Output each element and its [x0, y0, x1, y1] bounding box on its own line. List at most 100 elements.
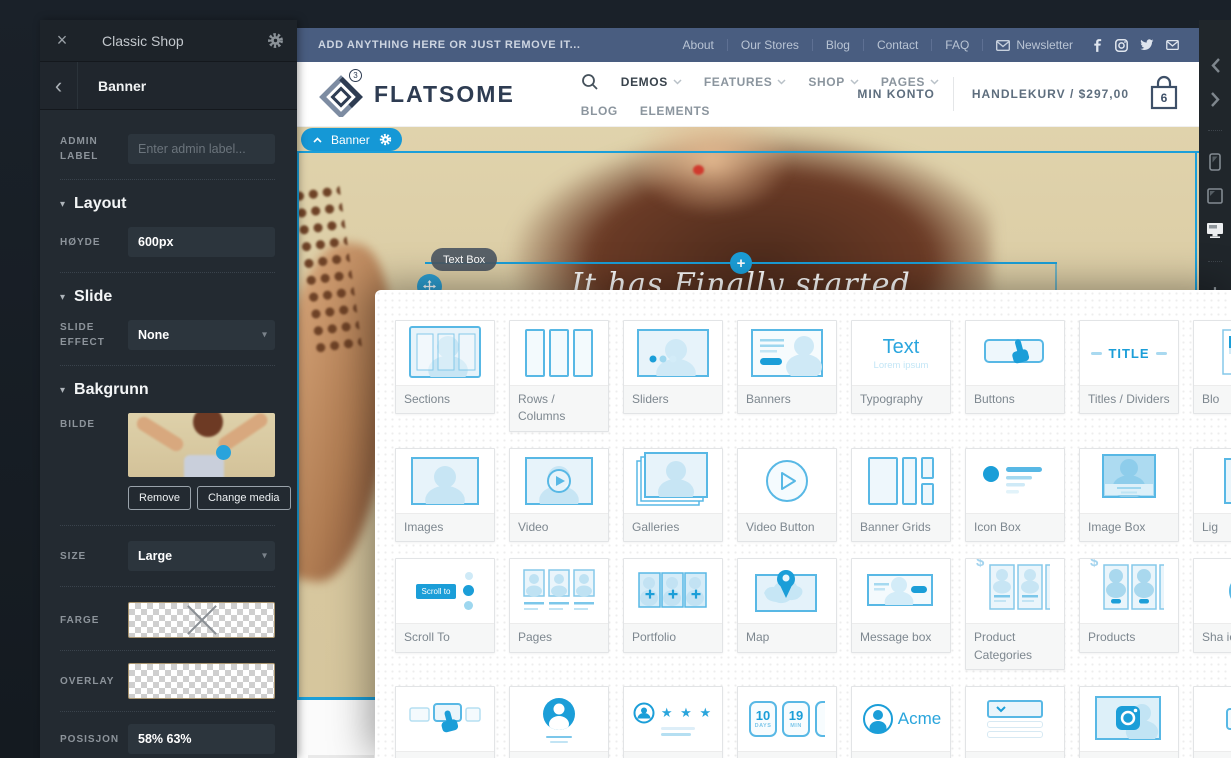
cart-bag-icon[interactable]: 6	[1147, 75, 1181, 113]
twitter-icon[interactable]	[1140, 39, 1154, 51]
imagebox-icon	[1080, 449, 1178, 513]
search-icon[interactable]	[581, 73, 599, 91]
topbar-link[interactable]: Our Stores	[741, 38, 799, 52]
element-tile[interactable]: Sha ico	[1193, 558, 1231, 652]
overlay-swatch[interactable]	[128, 663, 275, 699]
element-tile[interactable]: Portfolio	[623, 558, 723, 652]
instagram-icon[interactable]	[1115, 39, 1128, 52]
element-tile[interactable]: Icon Box	[965, 448, 1065, 542]
element-tile[interactable]: Images	[395, 448, 495, 542]
account-link[interactable]: MIN KONTO	[857, 87, 934, 101]
element-tile[interactable]: Pages	[509, 558, 609, 652]
tabs-icon	[396, 687, 494, 751]
slide-section-header[interactable]: ▾ Slide	[60, 288, 275, 306]
element-tile[interactable]: Blo	[1193, 320, 1231, 414]
cart-link[interactable]: HANDLEKURV / $297,00	[972, 87, 1129, 101]
tile-label: Buttons	[966, 385, 1064, 413]
element-tile[interactable]: Sea	[1193, 686, 1231, 758]
nav-item-features[interactable]: FEATURES	[704, 75, 787, 89]
element-tile[interactable]: AcmeLogo	[851, 686, 951, 758]
element-tile[interactable]: Sections	[395, 320, 495, 414]
element-tile[interactable]: Galleries	[623, 448, 723, 542]
nav-item-blog[interactable]: BLOG	[581, 104, 618, 118]
element-tile[interactable]: $Product Categories	[965, 558, 1065, 670]
divider	[60, 586, 275, 587]
image-icon	[396, 449, 494, 513]
brand-logo-link[interactable]: 3 FLATSOME	[297, 71, 515, 117]
change-media-button[interactable]: Change media	[197, 486, 291, 510]
element-tile[interactable]: Map	[737, 558, 837, 652]
element-tile[interactable]: Scroll toScroll To	[395, 558, 495, 652]
add-element-button[interactable]: +	[730, 252, 752, 274]
tile-label: Tabs	[396, 751, 494, 758]
image-label: BILDE	[60, 413, 128, 432]
nav-item-shop[interactable]: SHOP	[808, 75, 858, 89]
nav-item-demos[interactable]: DEMOS	[621, 75, 682, 89]
element-tile[interactable]: Rows / Columns	[509, 320, 609, 432]
slide-effect-select[interactable]	[128, 320, 275, 350]
phone-icon[interactable]	[1199, 145, 1231, 179]
topbar-link[interactable]: Blog	[826, 38, 850, 52]
element-tile[interactable]: Message box	[851, 558, 951, 652]
nav-item-elements[interactable]: ELEMENTS	[640, 104, 710, 118]
background-image-thumbnail[interactable]	[128, 413, 275, 477]
tile-label: Testimonials	[624, 751, 722, 758]
color-swatch[interactable]	[128, 602, 275, 638]
team-icon	[510, 687, 608, 751]
element-tile[interactable]: Accordion	[965, 686, 1065, 758]
element-tile[interactable]: Tabs	[395, 686, 495, 758]
element-tile[interactable]: Instagram feed	[1079, 686, 1179, 758]
facebook-icon[interactable]	[1092, 39, 1103, 52]
divider	[60, 179, 275, 180]
topbar-link[interactable]: FAQ	[945, 38, 969, 52]
topbar-link[interactable]: Contact	[877, 38, 918, 52]
size-select[interactable]	[128, 541, 275, 571]
newsletter-link[interactable]: Newsletter	[996, 38, 1073, 52]
element-tile[interactable]: TextLorem ipsumTypography	[851, 320, 951, 414]
products-icon: $	[1080, 559, 1178, 623]
divider	[60, 650, 275, 651]
background-section-header[interactable]: ▾ Bakgrunn	[60, 381, 275, 399]
element-tile[interactable]: TITLETitles / Dividers	[1079, 320, 1179, 414]
element-tile[interactable]: Team Member	[509, 686, 609, 758]
topbar-separator	[931, 39, 932, 51]
element-tile[interactable]: Buttons	[965, 320, 1065, 414]
focal-point-dot[interactable]	[216, 445, 231, 460]
rows-icon	[510, 321, 608, 385]
gear-icon[interactable]	[253, 32, 297, 49]
site-topbar: ADD ANYTHING HERE OR JUST REMOVE IT... A…	[297, 28, 1199, 62]
layout-section-header[interactable]: ▾ Layout	[60, 195, 275, 213]
cart-count-badge: 6	[1147, 87, 1181, 108]
desktop-icon[interactable]	[1199, 213, 1231, 247]
divider	[60, 365, 275, 366]
tablet-icon[interactable]	[1199, 179, 1231, 213]
remove-button[interactable]: Remove	[128, 486, 191, 510]
email-icon	[1166, 40, 1179, 50]
textbox-element-chip[interactable]: Text Box	[431, 248, 497, 271]
tile-label: Product Categories	[966, 623, 1064, 669]
element-tile[interactable]: Sliders	[623, 320, 723, 414]
chevron-right-icon[interactable]	[1199, 82, 1231, 116]
position-input[interactable]	[128, 724, 275, 754]
element-tile[interactable]: Video	[509, 448, 609, 542]
element-tile[interactable]: Video Button	[737, 448, 837, 542]
admin-label-input[interactable]	[128, 134, 275, 164]
element-tile[interactable]: ★ ★ ★Testimonials	[623, 686, 723, 758]
element-tile[interactable]: Lig	[1193, 448, 1231, 542]
element-tile[interactable]: Image Box	[1079, 448, 1179, 542]
height-input[interactable]	[128, 227, 275, 257]
size-row: SIZE ▾	[60, 541, 275, 571]
back-chevron-icon[interactable]: ‹	[40, 62, 78, 109]
element-tile[interactable]: Banner Grids	[851, 448, 951, 542]
element-tile[interactable]: $Products	[1079, 558, 1179, 652]
chevron-left-icon[interactable]	[1199, 48, 1231, 82]
email-icon[interactable]	[1166, 40, 1179, 50]
banner-element-chip[interactable]: Banner	[301, 128, 402, 151]
color-label: FARGE	[60, 613, 128, 628]
element-tile[interactable]: Banners	[737, 320, 837, 414]
element-tile[interactable]: 10DAYS19MINCountdown	[737, 686, 837, 758]
brand-name: FLATSOME	[374, 81, 515, 108]
tile-label: Countdown	[738, 751, 836, 758]
close-icon[interactable]: ×	[40, 30, 84, 51]
topbar-link[interactable]: About	[683, 38, 714, 52]
